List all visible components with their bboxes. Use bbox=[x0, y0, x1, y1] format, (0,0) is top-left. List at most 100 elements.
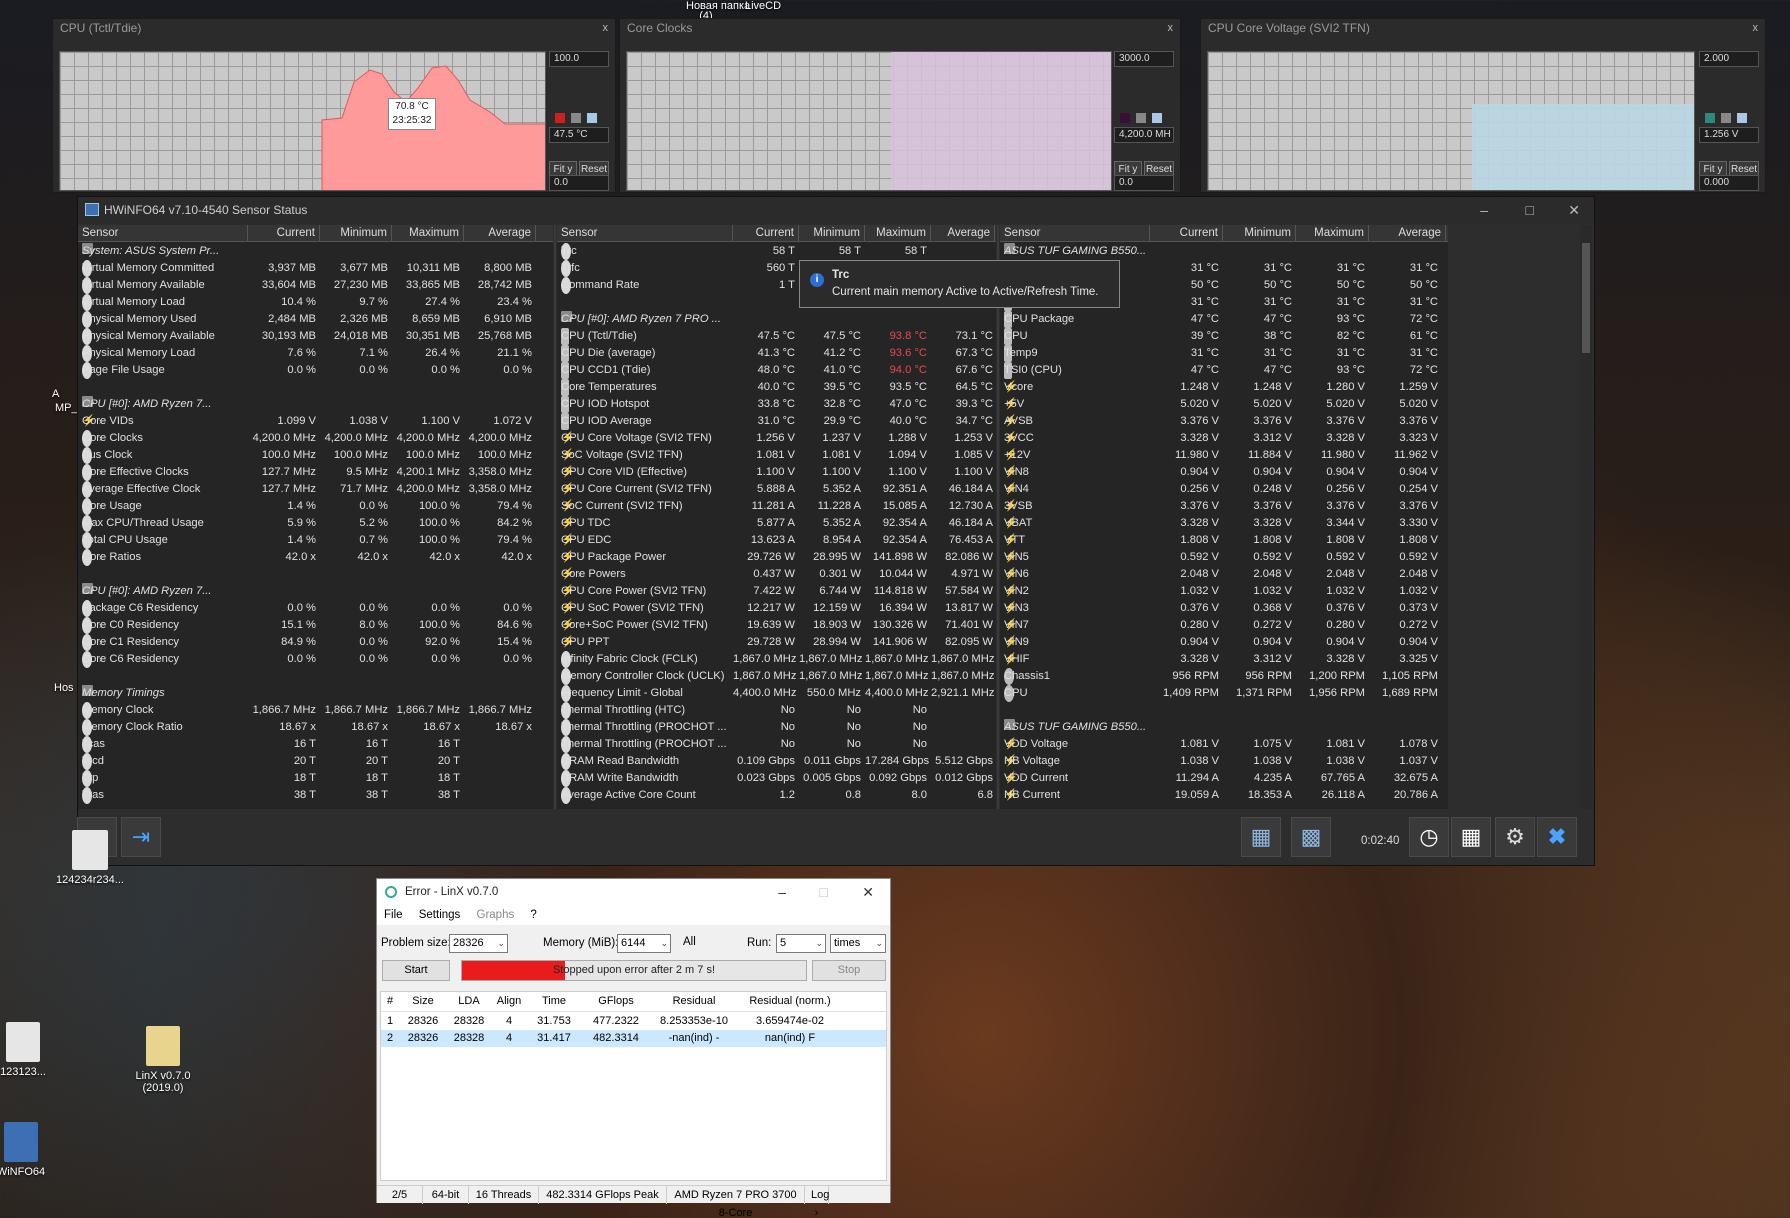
sensor-row[interactable]: Memory Clock Ratio 18.67 x 18.67 x 18.67 x 1… bbox=[78, 719, 553, 736]
column-sensor[interactable]: Sensor bbox=[1000, 225, 1150, 242]
sensor-row[interactable]: Average Effective Clock 127.7 MHz 71.7 MHz… bbox=[78, 481, 553, 498]
close-icon[interactable]: ✕ bbox=[1568, 197, 1580, 223]
sensor-row[interactable]: ⚡ VDD Voltage 1.081 V 1.075 V 1.081 V 1.078 V bbox=[1000, 736, 1448, 753]
graph-window-core-voltage[interactable]: CPU Core Voltage (SVI2 TFN) x 2.000 1.256… bbox=[1200, 18, 1766, 193]
sensor-row[interactable]: › ⚡ Core VIDs 1.099 V 1.038 V 1.100 V 1.072 V bbox=[78, 413, 553, 430]
column-header-cell[interactable]: Residual (norm.) bbox=[737, 992, 843, 1011]
sensor-row[interactable]: Thermal Throttling (PROCHOT ... No No No bbox=[557, 719, 996, 736]
scrollbar-thumb[interactable] bbox=[1582, 243, 1590, 353]
run-unit-select[interactable]: times ⌄ bbox=[830, 934, 886, 953]
vertical-scrollbar[interactable] bbox=[1580, 225, 1592, 809]
color-swatch[interactable] bbox=[555, 113, 565, 123]
sensor-row[interactable]: ⚡ +5V 5.020 V 5.020 V 5.020 V 5.020 V bbox=[1000, 396, 1448, 413]
hwinfo-titlebar[interactable]: HWiNFO64 v7.10-4540 Sensor Status – □ ✕ bbox=[78, 197, 1594, 223]
color-swatch[interactable] bbox=[1136, 113, 1146, 123]
run-count-select[interactable]: 5 ⌄ bbox=[776, 934, 826, 953]
sensor-row[interactable]: › Core Effective Clocks 127.7 MHz 9.5 MHz 4,… bbox=[78, 464, 553, 481]
sensor-row[interactable]: ⚡ CPU Core Voltage (SVI2 TFN) 1.256 V 1.237… bbox=[557, 430, 996, 447]
sensor-row[interactable]: Virtual Memory Committed 3,937 MB 3,677 MB… bbox=[78, 260, 553, 277]
sensor-row[interactable]: Trc 58 T 58 T 58 T bbox=[557, 243, 996, 260]
close-icon[interactable]: x bbox=[1168, 19, 1174, 37]
sensor-row[interactable]: ⚡ +12V 11.980 V 11.884 V 11.980 V 11.962 V bbox=[1000, 447, 1448, 464]
close-icon[interactable]: ✕ bbox=[862, 879, 874, 905]
menu-graphs[interactable]: Graphs bbox=[477, 909, 515, 921]
column-header-cell[interactable]: GFlops bbox=[581, 992, 651, 1011]
sensor-row[interactable]: Thermal Throttling (PROCHOT ... No No No bbox=[557, 736, 996, 753]
sensor-row[interactable]: CPU IOD Average 31.0 °C 29.9 °C 40.0 °C 34.7… bbox=[557, 413, 996, 430]
graph-window-cpu-temp[interactable]: CPU (Tctl/Tdie) x 70.8 °C 23:25:32 100.0 4… bbox=[52, 18, 616, 193]
sensor-group-row[interactable]: ∨ASUS TUF GAMING B550... bbox=[1000, 719, 1448, 736]
network-monitor-icon[interactable]: ▦ bbox=[1241, 817, 1281, 857]
sensor-row[interactable]: Infinity Fabric Clock (FCLK) 1,867.0 MHz 1… bbox=[557, 651, 996, 668]
sensor-row[interactable]: CPU 39 °C 38 °C 82 °C 61 °C bbox=[1000, 328, 1448, 345]
sensor-group-row[interactable]: ∨CPU [#0]: AMD Ryzen 7 PRO ... bbox=[557, 311, 996, 328]
sensor-group-row[interactable]: ∨CPU [#0]: AMD Ryzen 7... bbox=[78, 396, 553, 413]
color-swatch[interactable] bbox=[1152, 113, 1162, 123]
column-sensor[interactable]: Sensor bbox=[78, 225, 248, 242]
all-button[interactable]: All bbox=[683, 936, 696, 948]
sensor-row[interactable]: › Core Usage 1.4 % 0.0 % 100.0 % 79.4 % bbox=[78, 498, 553, 515]
menu-help[interactable]: ? bbox=[530, 909, 536, 921]
sensor-row[interactable]: ⚡ VIN7 0.280 V 0.272 V 0.280 V 0.272 V bbox=[1000, 617, 1448, 634]
sensor-row[interactable]: CPU Package 47 °C 47 °C 93 °C 72 °C bbox=[1000, 311, 1448, 328]
color-swatch[interactable] bbox=[571, 113, 581, 123]
column-minimum[interactable]: Minimum bbox=[320, 225, 392, 242]
sensor-row[interactable]: ⚡ SoC Voltage (SVI2 TFN) 1.081 V 1.081 V 1.0… bbox=[557, 447, 996, 464]
connect-icon[interactable]: ▩ bbox=[1291, 817, 1331, 857]
sensor-row[interactable]: ⚡ CPU EDC 13.623 A 8.954 A 92.354 A 76.453 A bbox=[557, 532, 996, 549]
sensor-row[interactable]: Physical Memory Used 2,484 MB 2,326 MB 8,65… bbox=[78, 311, 553, 328]
sensor-row[interactable]: CPU IOD Hotspot 33.8 °C 32.8 °C 47.0 °C 39.3… bbox=[557, 396, 996, 413]
column-current[interactable]: Current bbox=[248, 225, 320, 242]
sensor-group-row[interactable]: ∨CPU [#0]: AMD Ryzen 7... bbox=[78, 583, 553, 600]
sensor-row[interactable]: ⚡ CPU SoC Power (SVI2 TFN) 12.217 W 12.159 … bbox=[557, 600, 996, 617]
column-header-cell[interactable]: LDA bbox=[449, 992, 489, 1011]
results-table[interactable]: # Size LDA Align Time GFlops Residual Residual … bbox=[380, 991, 887, 1181]
sensor-row[interactable]: Page File Usage 0.0 % 0.0 % 0.0 % 0.0 % bbox=[78, 362, 553, 379]
sensor-row[interactable]: ⚡ VIN8 0.904 V 0.904 V 0.904 V 0.904 V bbox=[1000, 464, 1448, 481]
column-average[interactable]: Average bbox=[464, 225, 536, 242]
column-maximum[interactable]: Maximum bbox=[392, 225, 464, 242]
maximize-icon[interactable]: □ bbox=[820, 879, 828, 905]
column-average[interactable]: Average bbox=[931, 225, 995, 242]
column-current[interactable]: Current bbox=[733, 225, 799, 242]
sensor-row[interactable]: Physical Memory Load 7.6 % 7.1 % 26.4 % 21.1… bbox=[78, 345, 553, 362]
sensor-row[interactable]: Thermal Throttling (HTC) No No No bbox=[557, 702, 996, 719]
sensor-row[interactable]: ⚡ CPU TDC 5.877 A 5.352 A 92.354 A 46.184 A bbox=[557, 515, 996, 532]
sensor-row[interactable]: › Core Temperatures 40.0 °C 39.5 °C 93.5 °C 6… bbox=[557, 379, 996, 396]
sensor-row[interactable]: Virtual Memory Available 33,604 MB 27,230 … bbox=[78, 277, 553, 294]
sensor-row[interactable]: ⚡ VIN4 0.256 V 0.248 V 0.256 V 0.254 V bbox=[1000, 481, 1448, 498]
sensor-row[interactable]: ⚡ 3VSB 3.376 V 3.376 V 3.376 V 3.376 V bbox=[1000, 498, 1448, 515]
sensor-row[interactable]: Physical Memory Available 30,193 MB 24,018… bbox=[78, 328, 553, 345]
panel-divider[interactable] bbox=[997, 225, 999, 809]
column-header-cell[interactable]: Residual bbox=[653, 992, 735, 1011]
sensor-row[interactable]: CPU CCD1 (Tdie) 48.0 °C 41.0 °C 94.0 °C 67.6… bbox=[557, 362, 996, 379]
sensor-panel-1[interactable]: Sensor Current Minimum Maximum Average ∨… bbox=[78, 225, 553, 809]
sensor-row[interactable]: › Core C0 Residency 15.1 % 8.0 % 100.0 % 84.6… bbox=[78, 617, 553, 634]
color-swatch[interactable] bbox=[1721, 113, 1731, 123]
color-swatch[interactable] bbox=[1737, 113, 1747, 123]
sensor-row[interactable]: Memory Controller Clock (UCLK) 1,867.0 MH… bbox=[557, 668, 996, 685]
table-row[interactable]: 1 28326 28328 4 31.753 477.2322 8.253353e-10 3.… bbox=[381, 1013, 886, 1030]
sensor-row[interactable]: ⚡ VHIF 3.328 V 3.312 V 3.328 V 3.325 V bbox=[1000, 651, 1448, 668]
sensor-row[interactable]: CPU Die (average) 41.3 °C 41.2 °C 93.6 °C 67… bbox=[557, 345, 996, 362]
column-header-cell[interactable]: Time bbox=[529, 992, 579, 1011]
graph-window-core-clocks[interactable]: Core Clocks x 3000.0 4,200.0 MH Fit y Res… bbox=[619, 18, 1181, 193]
sensor-row[interactable]: ⚡ Core+SoC Power (SVI2 TFN) 19.639 W 18.903… bbox=[557, 617, 996, 634]
column-header-cell[interactable]: Align bbox=[491, 992, 527, 1011]
minimize-icon[interactable]: – bbox=[778, 879, 786, 905]
sensor-row[interactable]: Trcd 20 T 20 T 20 T bbox=[78, 753, 553, 770]
desktop-label-livecd[interactable]: LiveCD bbox=[745, 0, 781, 12]
column-header-cell[interactable]: Size bbox=[403, 992, 443, 1011]
sensor-row[interactable]: ⚡ VIN3 0.376 V 0.368 V 0.376 V 0.373 V bbox=[1000, 600, 1448, 617]
desktop-icon-linx-folder[interactable]: LinX v0.7.0 (2019.0) bbox=[118, 1026, 208, 1094]
sensor-row[interactable]: ⚡ VIN6 2.048 V 2.048 V 2.048 V 2.048 V bbox=[1000, 566, 1448, 583]
sensor-row[interactable]: ⚡ CPU PPT 29.728 W 28.994 W 141.906 W 82.095 … bbox=[557, 634, 996, 651]
desktop-icon-file[interactable]: 123123... bbox=[0, 1022, 68, 1078]
problem-size-select[interactable]: 28326 ⌄ bbox=[449, 934, 508, 953]
sensor-row[interactable]: DRAM Read Bandwidth 0.109 Gbps 0.011 Gbps 1… bbox=[557, 753, 996, 770]
sensor-row[interactable]: Trp 18 T 18 T 18 T bbox=[78, 770, 553, 787]
sensor-row[interactable]: ⚡ SoC Current (SVI2 TFN) 11.281 A 11.228 A 1… bbox=[557, 498, 996, 515]
sensor-row[interactable]: Tras 38 T 38 T 38 T bbox=[78, 787, 553, 804]
sensor-row[interactable]: Frequency Limit - Global 4,400.0 MHz 550.0… bbox=[557, 685, 996, 702]
sensor-row[interactable]: ⚡ NB Current 19.059 A 18.353 A 26.118 A 20.78… bbox=[1000, 787, 1448, 804]
